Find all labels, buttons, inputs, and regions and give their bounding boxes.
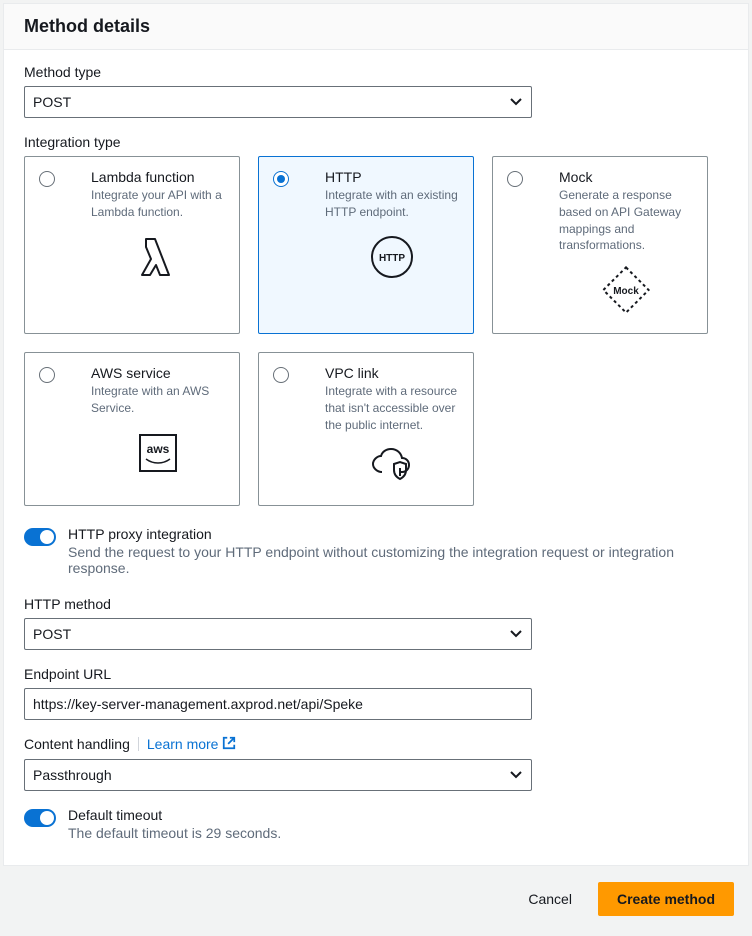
method-type-label: Method type xyxy=(24,64,728,80)
aws-icon: aws xyxy=(134,429,182,480)
default-timeout-desc: The default timeout is 29 seconds. xyxy=(68,825,281,841)
radio-lambda[interactable] xyxy=(39,171,55,187)
learn-more-link[interactable]: Learn more xyxy=(147,736,237,753)
integration-type-label: Integration type xyxy=(24,134,728,150)
external-link-icon xyxy=(222,736,236,753)
method-details-panel: Method details Method type POST Integrat… xyxy=(3,3,749,866)
tile-desc-aws: Integrate with an AWS Service. xyxy=(91,383,225,417)
tile-title-vpc: VPC link xyxy=(325,365,459,381)
tile-title-lambda: Lambda function xyxy=(91,169,225,185)
radio-mock[interactable] xyxy=(507,171,523,187)
tile-desc-mock: Generate a response based on API Gateway… xyxy=(559,187,693,254)
label-divider xyxy=(138,737,139,751)
content-handling-field: Content handling Learn more Passthrough xyxy=(24,736,728,791)
radio-http[interactable] xyxy=(273,171,289,187)
radio-vpc[interactable] xyxy=(273,367,289,383)
default-timeout-toggle-row: Default timeout The default timeout is 2… xyxy=(24,807,728,841)
method-type-select[interactable]: POST xyxy=(24,86,532,118)
svg-text:HTTP: HTTP xyxy=(379,253,405,264)
integration-tile-mock[interactable]: Mock Generate a response based on API Ga… xyxy=(492,156,708,334)
integration-tile-vpc[interactable]: VPC link Integrate with a resource that … xyxy=(258,352,474,505)
integration-type-field: Integration type Lambda function Integra… xyxy=(24,134,728,506)
content-handling-label: Content handling xyxy=(24,736,130,752)
http-proxy-desc: Send the request to your HTTP endpoint w… xyxy=(68,544,728,576)
footer-actions: Cancel Create method xyxy=(0,866,752,936)
tile-title-http: HTTP xyxy=(325,169,459,185)
content-handling-select[interactable]: Passthrough xyxy=(24,759,532,791)
tile-title-mock: Mock xyxy=(559,169,693,185)
integration-tile-lambda[interactable]: Lambda function Integrate your API with … xyxy=(24,156,240,334)
http-method-field: HTTP method POST xyxy=(24,596,728,650)
tile-desc-lambda: Integrate your API with a Lambda functio… xyxy=(91,187,225,221)
http-method-label: HTTP method xyxy=(24,596,728,612)
radio-aws[interactable] xyxy=(39,367,55,383)
default-timeout-title: Default timeout xyxy=(68,807,281,823)
lambda-icon xyxy=(134,233,182,284)
mock-icon: Mock xyxy=(602,266,650,317)
endpoint-url-label: Endpoint URL xyxy=(24,666,728,682)
svg-text:Mock: Mock xyxy=(613,286,639,297)
http-proxy-toggle-row: HTTP proxy integration Send the request … xyxy=(24,526,728,576)
method-type-field: Method type POST xyxy=(24,64,728,118)
tile-desc-http: Integrate with an existing HTTP endpoint… xyxy=(325,187,459,221)
panel-title: Method details xyxy=(24,16,728,37)
http-proxy-toggle[interactable] xyxy=(24,528,56,546)
integration-tile-http[interactable]: HTTP Integrate with an existing HTTP end… xyxy=(258,156,474,334)
svg-text:aws: aws xyxy=(147,442,170,456)
default-timeout-toggle[interactable] xyxy=(24,809,56,827)
tile-desc-vpc: Integrate with a resource that isn't acc… xyxy=(325,383,459,433)
endpoint-url-field: Endpoint URL xyxy=(24,666,728,720)
vpc-cloud-shield-icon xyxy=(368,446,416,489)
create-method-button[interactable]: Create method xyxy=(598,882,734,916)
integration-tile-aws[interactable]: AWS service Integrate with an AWS Servic… xyxy=(24,352,240,505)
panel-header: Method details xyxy=(4,4,748,50)
tile-title-aws: AWS service xyxy=(91,365,225,381)
http-icon: HTTP xyxy=(368,233,416,284)
http-proxy-title: HTTP proxy integration xyxy=(68,526,728,542)
endpoint-url-input[interactable] xyxy=(24,688,532,720)
http-method-select[interactable]: POST xyxy=(24,618,532,650)
cancel-button[interactable]: Cancel xyxy=(514,882,586,916)
